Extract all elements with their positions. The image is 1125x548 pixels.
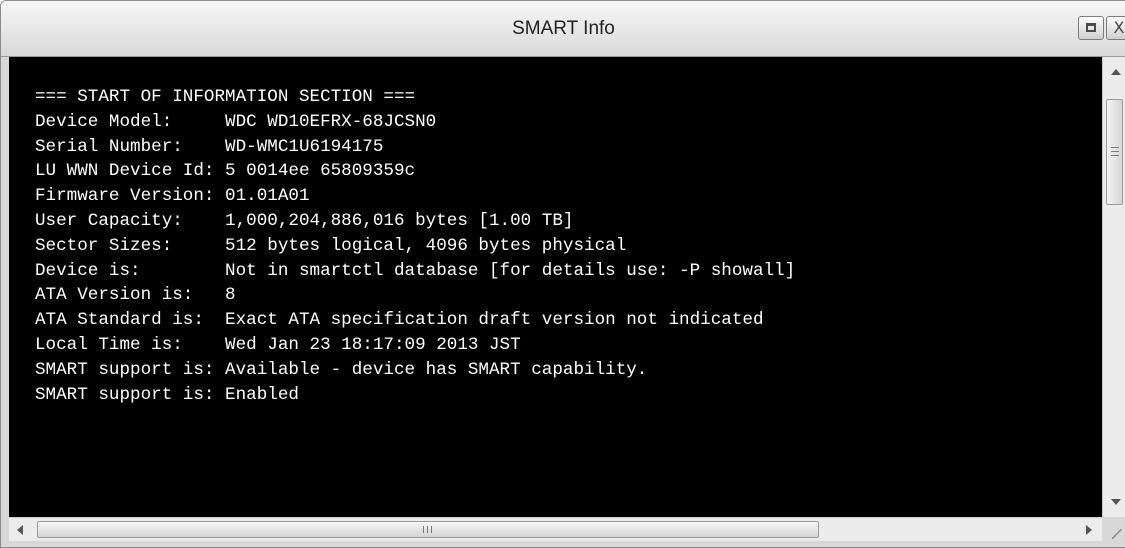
scroll-down-arrow-icon[interactable] bbox=[1111, 499, 1121, 505]
terminal-line: Device Model: WDC WD10EFRX-68JCSN0 bbox=[35, 111, 437, 132]
terminal-line: ATA Version is: 8 bbox=[35, 285, 236, 306]
horizontal-scroll-thumb[interactable] bbox=[37, 521, 819, 538]
terminal-line: SMART support is: Enabled bbox=[35, 384, 299, 405]
resize-grip-icon[interactable] bbox=[1102, 517, 1125, 547]
vertical-scroll-thumb[interactable] bbox=[1106, 99, 1123, 205]
terminal-line: LU WWN Device Id: 5 0014ee 65809359c bbox=[35, 161, 416, 182]
title-bar[interactable]: SMART Info X bbox=[1, 1, 1125, 57]
terminal-line: SMART support is: Available - device has… bbox=[35, 359, 648, 380]
terminal-line: Device is: Not in smartctl database [for… bbox=[35, 260, 796, 281]
terminal-output[interactable]: === START OF INFORMATION SECTION === Dev… bbox=[9, 57, 1102, 517]
scroll-right-arrow-icon[interactable] bbox=[1086, 525, 1092, 535]
smart-info-window: SMART Info X === START OF INFORMATION SE… bbox=[0, 0, 1125, 548]
terminal-line: ATA Standard is: Exact ATA specification… bbox=[35, 310, 764, 331]
horizontal-scrollbar[interactable] bbox=[9, 517, 1102, 541]
restore-button[interactable] bbox=[1078, 16, 1104, 40]
grip-line-icon bbox=[431, 526, 432, 533]
scroll-left-arrow-icon[interactable] bbox=[17, 525, 23, 535]
grip-line-icon bbox=[423, 526, 424, 533]
terminal-line: Serial Number: WD-WMC1U6194175 bbox=[35, 136, 384, 157]
terminal-line: Firmware Version: 01.01A01 bbox=[35, 186, 310, 207]
grip-line-icon bbox=[427, 526, 428, 533]
scroll-up-arrow-icon[interactable] bbox=[1111, 69, 1121, 75]
terminal-line: === START OF INFORMATION SECTION === bbox=[35, 87, 416, 107]
grip-line-icon bbox=[1111, 151, 1119, 152]
close-icon: X bbox=[1113, 18, 1125, 37]
close-button[interactable]: X bbox=[1106, 16, 1125, 40]
terminal-lines: === START OF INFORMATION SECTION === Dev… bbox=[35, 85, 795, 407]
vertical-scrollbar[interactable] bbox=[1102, 57, 1125, 517]
window-title: SMART Info bbox=[512, 18, 615, 39]
terminal-line: Sector Sizes: 512 bytes logical, 4096 by… bbox=[35, 235, 627, 256]
grip-line-icon bbox=[1111, 147, 1119, 148]
terminal-line: Local Time is: Wed Jan 23 18:17:09 2013 … bbox=[35, 334, 521, 355]
terminal-line: User Capacity: 1,000,204,886,016 bytes [… bbox=[35, 210, 574, 231]
grip-line-icon bbox=[1111, 155, 1119, 156]
restore-icon bbox=[1086, 23, 1096, 32]
